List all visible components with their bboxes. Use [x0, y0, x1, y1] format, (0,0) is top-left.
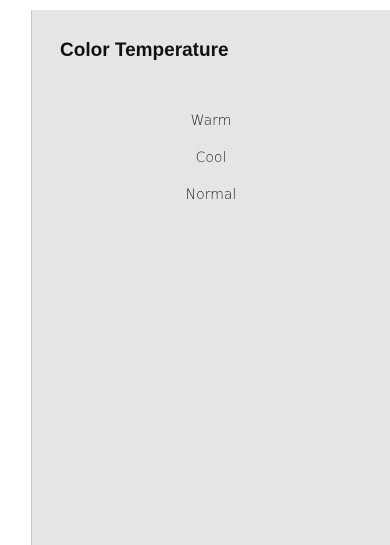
- option-warm[interactable]: Warm: [32, 103, 390, 140]
- panel-title: Color Temperature: [60, 40, 229, 61]
- option-normal[interactable]: Normal: [32, 177, 390, 214]
- color-temperature-panel: Color Temperature Warm Cool Normal: [31, 10, 390, 545]
- color-temperature-options: Warm Cool Normal: [32, 103, 390, 214]
- option-cool[interactable]: Cool: [32, 140, 390, 177]
